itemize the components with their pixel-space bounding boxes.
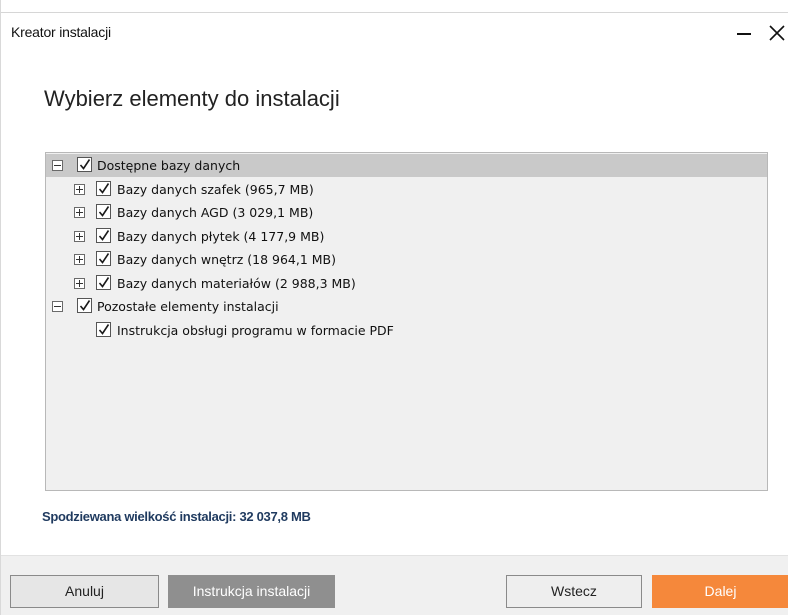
tree-item-label: Bazy danych szafek (965,7 MB) bbox=[117, 181, 314, 197]
tree-item-checkbox[interactable] bbox=[96, 180, 111, 196]
title-bar: Kreator instalacji bbox=[1, 12, 788, 52]
tree-item-label: Bazy danych wnętrz (18 964,1 MB) bbox=[117, 252, 337, 267]
tree-item-checkbox[interactable] bbox=[96, 251, 111, 266]
plus-expander-icon[interactable] bbox=[74, 183, 85, 195]
checkmark-icon bbox=[98, 253, 110, 264]
tree-item-label: Instrukcja obsługi programu w formacie P… bbox=[117, 322, 394, 338]
tree-item-label: Bazy danych AGD (3 029,1 MB) bbox=[117, 205, 314, 220]
tree-item[interactable]: Bazy danych szafek (965,7 MB) bbox=[46, 178, 767, 201]
checkmark-icon bbox=[98, 229, 110, 241]
tree-item[interactable]: Bazy danych materiałów (2 988,3 MB) bbox=[46, 272, 767, 295]
tree-item[interactable]: Bazy danych wnętrz (18 964,1 MB) bbox=[46, 248, 767, 271]
tree-item-checkbox[interactable] bbox=[96, 227, 111, 243]
minimize-icon[interactable] bbox=[731, 19, 757, 47]
close-icon[interactable] bbox=[765, 19, 788, 47]
tree-item-label: Pozostałe elementy instalacji bbox=[97, 299, 279, 314]
installer-window: Kreator instalacji Wybierz elementy do i… bbox=[0, 0, 788, 615]
tree-item-checkbox[interactable] bbox=[77, 298, 92, 313]
tree-item-checkbox[interactable] bbox=[96, 321, 111, 337]
checkmark-icon bbox=[98, 206, 110, 217]
component-tree[interactable]: Dostępne bazy danych Bazy danych szafek (… bbox=[45, 152, 768, 491]
tree-item-checkbox[interactable] bbox=[96, 204, 111, 219]
tree-item[interactable]: Bazy danych płytek (4 177,9 MB) bbox=[46, 225, 767, 248]
button-bar: Anuluj Instrukcja instalacji Wstecz Dale… bbox=[1, 555, 788, 615]
window-title: Kreator instalacji bbox=[11, 24, 111, 40]
checkmark-icon bbox=[98, 276, 110, 288]
tree-item-label: Bazy danych materiałów (2 988,3 MB) bbox=[117, 275, 356, 291]
tree-item[interactable]: Instrukcja obsługi programu w formacie P… bbox=[46, 319, 767, 342]
tree-item-label: Dostępne bazy danych bbox=[97, 158, 241, 173]
back-button[interactable]: Wstecz bbox=[506, 575, 642, 608]
tree-item-checkbox[interactable] bbox=[96, 274, 111, 290]
tree-item-label: Bazy danych płytek (4 177,9 MB) bbox=[117, 228, 325, 244]
plus-expander-icon[interactable] bbox=[74, 254, 85, 265]
checkmark-icon bbox=[98, 323, 110, 335]
minus-expander-icon[interactable] bbox=[52, 301, 63, 312]
tree-item-checkbox[interactable] bbox=[77, 157, 92, 172]
checkmark-icon bbox=[79, 159, 91, 170]
plus-expander-icon[interactable] bbox=[74, 207, 85, 218]
checkmark-icon bbox=[98, 182, 110, 194]
next-button[interactable]: Dalej bbox=[652, 575, 788, 608]
installation-guide-button[interactable]: Instrukcja instalacji bbox=[168, 575, 335, 608]
page-title: Wybierz elementy do instalacji bbox=[44, 86, 340, 111]
expected-install-size: Spodziewana wielkość instalacji: 32 037,… bbox=[42, 509, 311, 524]
cancel-button[interactable]: Anuluj bbox=[10, 575, 159, 608]
checkmark-icon bbox=[79, 300, 91, 311]
tree-item[interactable]: Bazy danych AGD (3 029,1 MB) bbox=[46, 201, 767, 224]
tree-item[interactable]: Pozostałe elementy instalacji bbox=[46, 295, 767, 318]
plus-expander-icon[interactable] bbox=[74, 277, 85, 289]
minus-expander-icon[interactable] bbox=[52, 160, 63, 171]
plus-expander-icon[interactable] bbox=[74, 230, 85, 242]
tree-item[interactable]: Dostępne bazy danych bbox=[46, 154, 767, 177]
